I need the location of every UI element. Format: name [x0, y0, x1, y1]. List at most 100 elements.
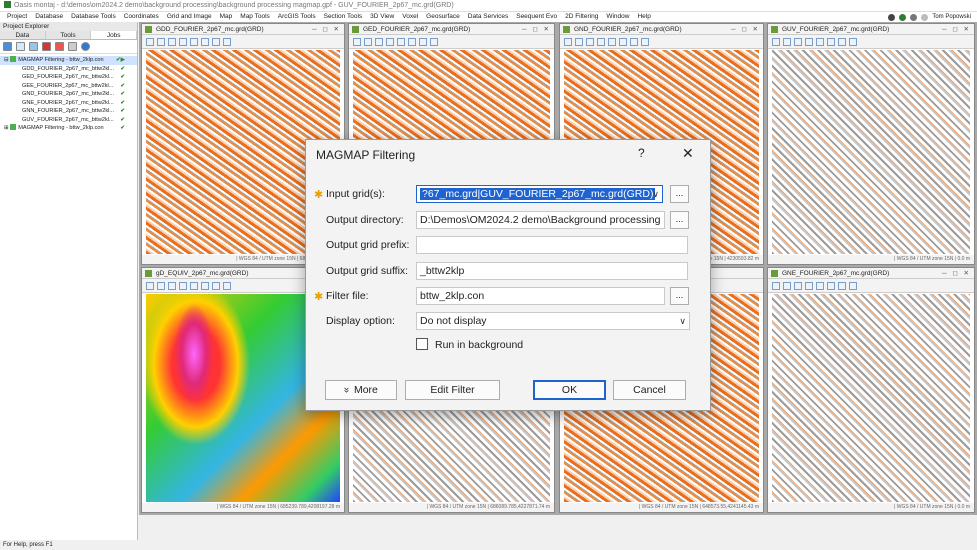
- window-controls[interactable]: ─ ◻ ✕: [731, 24, 760, 35]
- menu-database[interactable]: Database: [31, 12, 67, 22]
- menu-arcgis-tools[interactable]: ArcGIS Tools: [274, 12, 320, 22]
- window-controls[interactable]: ─ ◻ ✕: [522, 24, 551, 35]
- zoom-in-icon[interactable]: [375, 37, 383, 46]
- window-controls[interactable]: ─ ◻ ✕: [942, 24, 971, 35]
- export-icon[interactable]: [849, 37, 857, 46]
- pause-icon[interactable]: [68, 42, 77, 51]
- zoom-in-icon[interactable]: [794, 281, 802, 290]
- tab-jobs[interactable]: Jobs: [91, 31, 138, 39]
- menu-voxel[interactable]: Voxel: [398, 12, 422, 22]
- zoom-out-icon[interactable]: [179, 37, 187, 46]
- chevron-down-icon[interactable]: ∨: [679, 313, 686, 329]
- display-option-select[interactable]: Do not display ∨: [416, 312, 690, 330]
- pan-tool-icon[interactable]: [364, 37, 372, 46]
- layers-icon[interactable]: [201, 281, 209, 290]
- input-grids-combo[interactable]: ?67_mc.grd|GUV_FOURIER_2p67_mc.grd(GRD) ∨: [416, 185, 663, 203]
- layers-icon[interactable]: [827, 281, 835, 290]
- menu-2d-filtering[interactable]: 2D Filtering: [561, 12, 602, 22]
- zoom-in-icon[interactable]: [168, 281, 176, 290]
- job-output-item[interactable]: GNN_FOURIER_2p67_mc_bttw2kl... ✔: [0, 107, 137, 116]
- ok-button[interactable]: OK: [533, 380, 606, 400]
- globe-icon[interactable]: [608, 37, 616, 46]
- output-suffix-field[interactable]: _bttw2klp: [416, 262, 688, 280]
- zoom-out-icon[interactable]: [386, 37, 394, 46]
- refresh-icon[interactable]: [899, 13, 907, 21]
- output-directory-browse-button[interactable]: ...: [670, 211, 689, 229]
- zoom-in-icon[interactable]: [794, 37, 802, 46]
- menu-help[interactable]: Help: [633, 12, 654, 22]
- menu-database-tools[interactable]: Database Tools: [67, 12, 120, 22]
- menu-coordinates[interactable]: Coordinates: [120, 12, 163, 22]
- map-icon[interactable]: [419, 37, 427, 46]
- map-icon[interactable]: [630, 37, 638, 46]
- help-circle-icon[interactable]: [888, 13, 896, 21]
- output-prefix-field[interactable]: [416, 236, 688, 254]
- help-button[interactable]: ?: [638, 146, 645, 160]
- pan-tool-icon[interactable]: [783, 281, 791, 290]
- map-icon[interactable]: [212, 37, 220, 46]
- menu-map[interactable]: Map: [216, 12, 237, 22]
- map-icon[interactable]: [838, 281, 846, 290]
- tab-data[interactable]: Data: [0, 31, 46, 39]
- layers-icon[interactable]: [201, 37, 209, 46]
- select-tool-icon[interactable]: [146, 37, 154, 46]
- zoom-out-icon[interactable]: [805, 281, 813, 290]
- pan-tool-icon[interactable]: [157, 281, 165, 290]
- globe-icon[interactable]: [190, 281, 198, 290]
- more-button[interactable]: »More: [325, 380, 397, 400]
- map-icon[interactable]: [838, 37, 846, 46]
- menu-seequent-evo[interactable]: Seequent Evo: [512, 12, 561, 22]
- filter-file-browse-button[interactable]: ...: [670, 287, 689, 305]
- menu-map-tools[interactable]: Map Tools: [236, 12, 274, 22]
- edit-icon[interactable]: [16, 42, 25, 51]
- zoom-out-icon[interactable]: [597, 37, 605, 46]
- menu-section-tools[interactable]: Section Tools: [320, 12, 367, 22]
- run-icon[interactable]: [42, 42, 51, 51]
- zoom-in-icon[interactable]: [168, 37, 176, 46]
- job-output-item[interactable]: GDD_FOURIER_2p67_mc_bttw2kl... ✔: [0, 65, 137, 74]
- job-output-item[interactable]: GED_FOURIER_2p67_mc_bttw2kl... ✔: [0, 73, 137, 82]
- close-icon[interactable]: ✕: [682, 145, 694, 162]
- pan-tool-icon[interactable]: [157, 37, 165, 46]
- job-output-item[interactable]: GUV_FOURIER_2p67_mc_bttw2kl... ✔: [0, 116, 137, 125]
- select-tool-icon[interactable]: [146, 281, 154, 290]
- layers-icon[interactable]: [619, 37, 627, 46]
- export-icon[interactable]: [849, 281, 857, 290]
- run-in-background-checkbox[interactable]: [416, 338, 428, 350]
- stop-icon[interactable]: [55, 42, 64, 51]
- job-output-item[interactable]: GND_FOURIER_2p67_mc_bttw2kl... ✔: [0, 90, 137, 99]
- layers-icon[interactable]: [408, 37, 416, 46]
- menu-grid-and-image[interactable]: Grid and Image: [163, 12, 216, 22]
- globe-icon[interactable]: [397, 37, 405, 46]
- select-tool-icon[interactable]: [772, 37, 780, 46]
- grid-image[interactable]: [772, 50, 970, 254]
- grid-window-gne[interactable]: GNE_FOURIER_2p67_mc.grd(GRD) ─ ◻ ✕ | WGS …: [767, 267, 975, 513]
- export-icon[interactable]: [430, 37, 438, 46]
- select-tool-icon[interactable]: [564, 37, 572, 46]
- pan-tool-icon[interactable]: [575, 37, 583, 46]
- menu-window[interactable]: Window: [602, 12, 633, 22]
- job-output-item[interactable]: GNE_FOURIER_2p67_mc_bttw2kl... ✔: [0, 99, 137, 108]
- job-item[interactable]: ⊞ MAGMAP Filtering - bttw_2klp.con ✔: [0, 124, 137, 133]
- filter-file-field[interactable]: bttw_2klp.con: [416, 287, 665, 305]
- chevron-down-icon[interactable]: ∨: [652, 186, 659, 202]
- zoom-out-icon[interactable]: [805, 37, 813, 46]
- window-controls[interactable]: ─ ◻ ✕: [312, 24, 341, 35]
- tab-tools[interactable]: Tools: [45, 31, 92, 39]
- help-icon[interactable]: [81, 42, 90, 51]
- menu-data-services[interactable]: Data Services: [464, 12, 512, 22]
- input-grids-browse-button[interactable]: ...: [670, 185, 689, 203]
- job-output-item[interactable]: GEE_FOURIER_2p67_mc_bttw2kl... ✔: [0, 82, 137, 91]
- menu-project[interactable]: Project: [3, 12, 31, 22]
- edit-filter-button[interactable]: Edit Filter: [405, 380, 500, 400]
- grid-image[interactable]: [772, 294, 970, 502]
- select-tool-icon[interactable]: [353, 37, 361, 46]
- menu-3d-view[interactable]: 3D View: [366, 12, 398, 22]
- pan-tool-icon[interactable]: [783, 37, 791, 46]
- export-icon[interactable]: [641, 37, 649, 46]
- settings-icon[interactable]: [910, 13, 918, 21]
- cancel-button[interactable]: Cancel: [613, 380, 686, 400]
- export-icon[interactable]: [223, 37, 231, 46]
- globe-icon[interactable]: [816, 281, 824, 290]
- window-controls[interactable]: ─ ◻ ✕: [942, 268, 971, 279]
